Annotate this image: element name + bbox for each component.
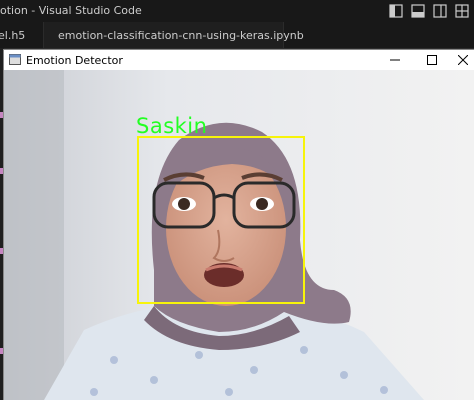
tab-label: el.h5 bbox=[0, 28, 26, 42]
editor-tab-bar: el.h5 emotion-classification-cnn-using-k… bbox=[0, 22, 474, 49]
vscode-titlebar: otion - Visual Studio Code bbox=[0, 0, 474, 22]
app-window-icon bbox=[9, 54, 21, 65]
face-detection-box bbox=[137, 136, 305, 304]
customize-layout-icon[interactable] bbox=[454, 3, 470, 19]
toggle-primary-sidebar-icon[interactable] bbox=[388, 3, 404, 19]
window-title: Emotion Detector bbox=[26, 54, 123, 67]
emotion-label: Saskin bbox=[136, 114, 208, 138]
maximize-icon bbox=[427, 55, 437, 65]
layout-controls bbox=[388, 3, 470, 19]
tab-model-h5[interactable]: el.h5 bbox=[0, 22, 44, 48]
camera-feed: Saskin bbox=[4, 70, 474, 400]
minimize-icon bbox=[390, 59, 400, 61]
emotion-detector-window: Emotion Detector Saskin bbox=[4, 50, 474, 400]
toggle-panel-icon[interactable] bbox=[410, 3, 426, 19]
toggle-secondary-sidebar-icon[interactable] bbox=[432, 3, 448, 19]
close-icon bbox=[458, 55, 468, 65]
window-titlebar[interactable]: Emotion Detector bbox=[4, 50, 474, 70]
close-button[interactable] bbox=[455, 52, 471, 68]
tab-notebook[interactable]: emotion-classification-cnn-using-keras.i… bbox=[44, 22, 304, 48]
vscode-window-title: otion - Visual Studio Code bbox=[0, 4, 142, 17]
minimize-button[interactable] bbox=[387, 52, 403, 68]
maximize-button[interactable] bbox=[424, 52, 440, 68]
tab-label: emotion-classification-cnn-using-keras.i… bbox=[58, 28, 304, 42]
